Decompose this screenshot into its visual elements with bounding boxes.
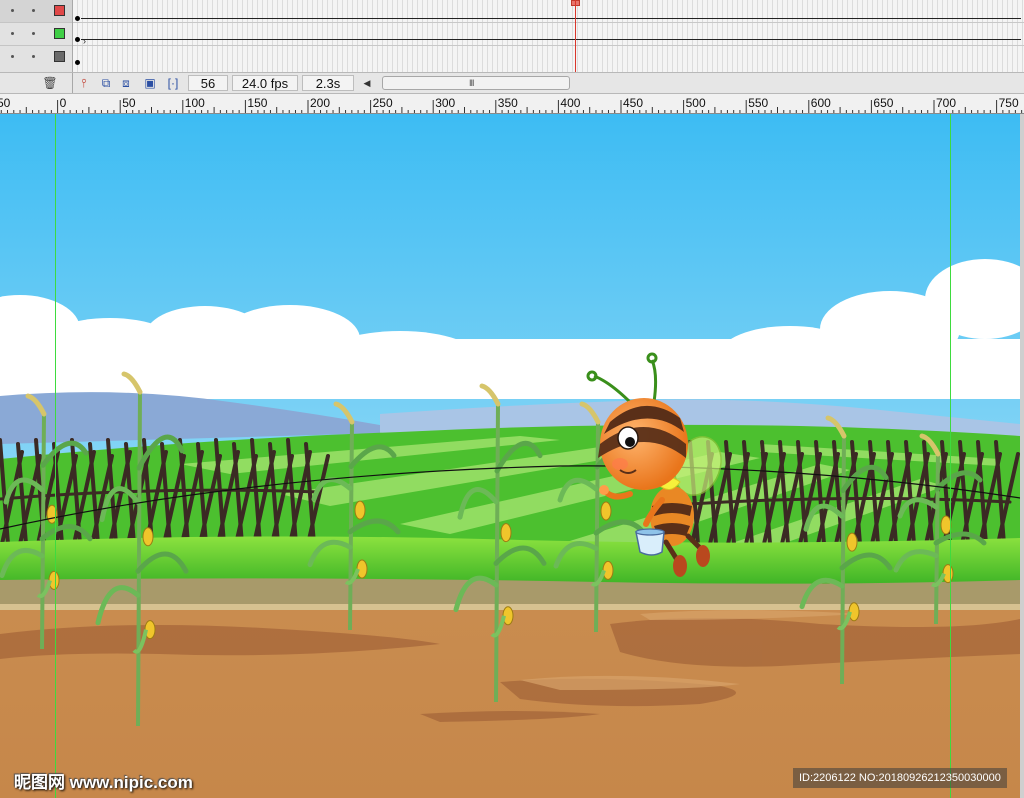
onion-outline-icon[interactable]: ⧈ xyxy=(118,75,134,91)
ruler-label: 250 xyxy=(373,96,393,110)
site-watermark: 昵图网 www.nipic.com xyxy=(14,773,193,792)
layer-row[interactable] xyxy=(0,46,72,68)
lock-dot-icon[interactable] xyxy=(32,9,35,12)
ruler-label: 700 xyxy=(936,96,956,110)
frame-rate: 24.0 fps xyxy=(232,75,298,91)
onion-skin-icon[interactable]: ⧉ xyxy=(98,75,114,91)
frame-row[interactable] xyxy=(73,46,1024,68)
ruler-label: 50 xyxy=(122,96,136,110)
ruler-label: 500 xyxy=(686,96,706,110)
frame-row[interactable] xyxy=(73,0,1024,23)
ruler-label: 0 xyxy=(60,96,67,110)
layer-row[interactable] xyxy=(0,0,72,23)
frame-grid[interactable]: › xyxy=(73,0,1024,72)
modify-markers-icon[interactable]: [·] xyxy=(165,75,181,91)
stage-vertical-scrollbar[interactable] xyxy=(1020,114,1024,798)
bee-foot xyxy=(673,555,687,577)
timeline-scrollbar[interactable]: ◀ III xyxy=(360,76,570,90)
layer-row[interactable] xyxy=(0,23,72,46)
ruler-label: 350 xyxy=(498,96,518,110)
ruler-label: 750 xyxy=(999,96,1019,110)
layer-color-swatch[interactable] xyxy=(54,51,65,62)
ruler-label: 150 xyxy=(247,96,267,110)
tween-line xyxy=(81,39,1021,40)
frame-row[interactable]: › xyxy=(73,23,1024,46)
separator xyxy=(72,73,73,93)
ruler-label: 600 xyxy=(811,96,831,110)
elapsed-time: 2.3s xyxy=(302,75,354,91)
ruler-label: 450 xyxy=(623,96,643,110)
ruler-label: 650 xyxy=(873,96,893,110)
lock-dot-icon[interactable] xyxy=(32,55,35,58)
scroll-grip: III xyxy=(469,78,474,88)
visibility-dot-icon[interactable] xyxy=(11,55,14,58)
stage-canvas[interactable] xyxy=(0,114,1020,798)
visibility-dot-icon[interactable] xyxy=(11,32,14,35)
scroll-left-icon[interactable]: ◀ xyxy=(360,76,374,90)
ruler-label: 100 xyxy=(185,96,205,110)
scroll-thumb[interactable]: III xyxy=(382,76,570,90)
layer-list xyxy=(0,0,73,72)
ruler-label: 300 xyxy=(435,96,455,110)
horizontal-ruler: 5005010015020025030035040045050055060065… xyxy=(0,94,1024,114)
bee-foot xyxy=(696,545,710,567)
tween-line xyxy=(81,18,1021,19)
timeline-status-bar: 🗑 ⫯ ⧉ ⧈ ▣ [·] 56 24.0 fps 2.3s ◀ III xyxy=(0,72,1024,94)
ruler-label: 400 xyxy=(560,96,580,110)
playhead[interactable] xyxy=(575,0,576,72)
image-id-watermark: ID:2206122 NO:20180926212350030000 xyxy=(793,768,1007,788)
layer-color-swatch[interactable] xyxy=(54,5,65,16)
keyframe-dot-icon[interactable] xyxy=(75,16,80,21)
edit-multiple-frames-icon[interactable]: ▣ xyxy=(142,75,158,91)
current-frame: 56 xyxy=(188,75,228,91)
scene-artwork[interactable] xyxy=(0,114,1020,798)
keyframe-dot-icon[interactable] xyxy=(75,60,80,65)
ruler-label: 200 xyxy=(310,96,330,110)
layer-color-swatch[interactable] xyxy=(54,28,65,39)
timeline-panel: › 🗑 ⫯ ⧉ ⧈ ▣ [·] 56 24.0 fps 2.3s ◀ III xyxy=(0,0,1024,94)
trash-icon[interactable]: 🗑 xyxy=(42,75,58,91)
lock-dot-icon[interactable] xyxy=(32,32,35,35)
ruler-label: 50 xyxy=(0,96,11,110)
tween-arrow-icon: › xyxy=(83,36,86,46)
visibility-dot-icon[interactable] xyxy=(11,9,14,12)
ruler-ticks: 5005010015020025030035040045050055060065… xyxy=(0,96,1023,113)
center-frame-icon[interactable]: ⫯ xyxy=(76,75,92,91)
ruler-label: 550 xyxy=(748,96,768,110)
keyframe-dot-icon[interactable] xyxy=(75,37,80,42)
